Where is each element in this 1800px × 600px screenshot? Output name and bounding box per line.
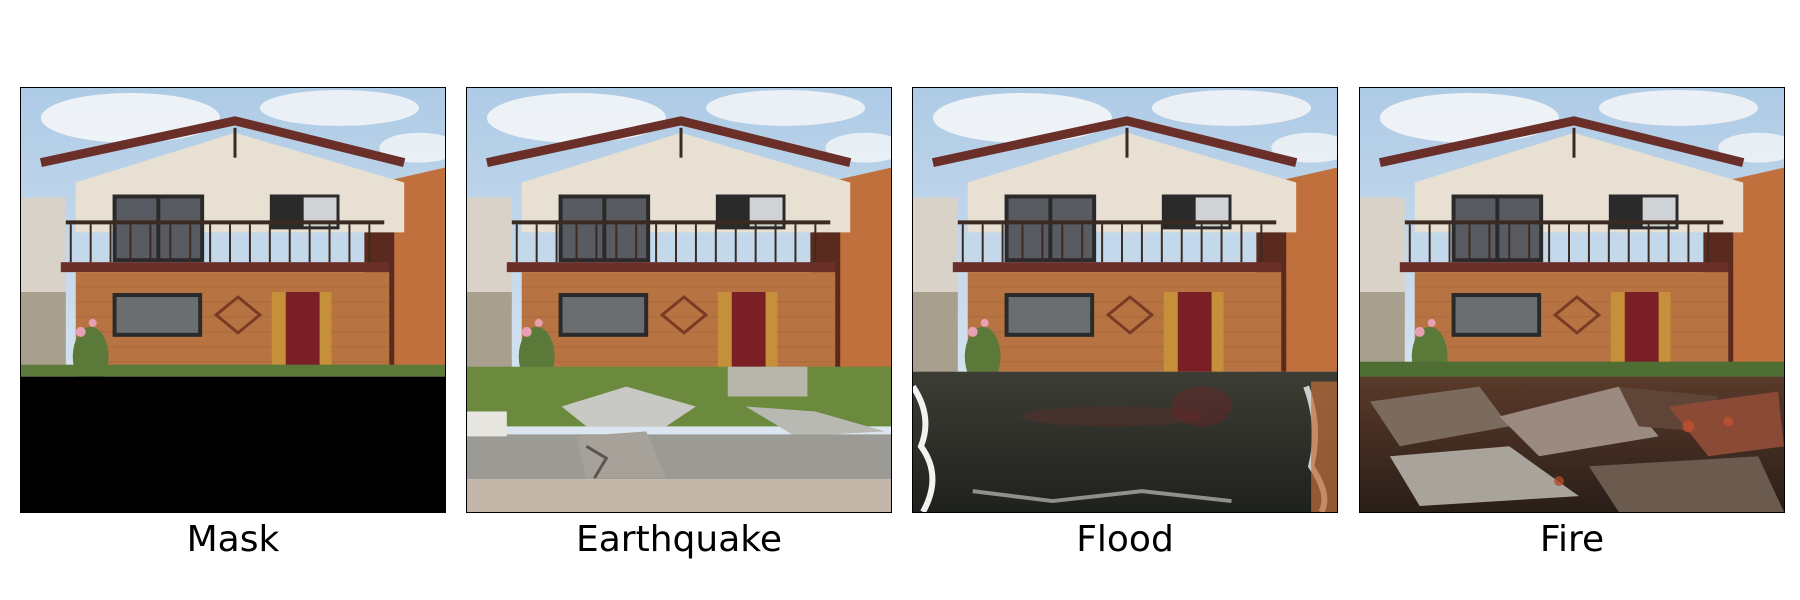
caption-flood: Flood: [1076, 519, 1174, 560]
caption-earthquake: Earthquake: [576, 519, 782, 560]
black-mask-region: [21, 376, 445, 512]
mask-scene-image: [21, 88, 445, 512]
image-panel-mask: [20, 87, 446, 513]
image-panel-earthquake: [466, 87, 892, 513]
image-panel-fire: [1359, 87, 1785, 513]
earthquake-scene-image: [467, 88, 891, 512]
flood-scene-image: [913, 88, 1337, 512]
image-panel-flood: [912, 87, 1338, 513]
caption-fire: Fire: [1539, 519, 1605, 560]
fire-scene-image: [1360, 88, 1784, 512]
caption-mask: Mask: [186, 519, 280, 560]
